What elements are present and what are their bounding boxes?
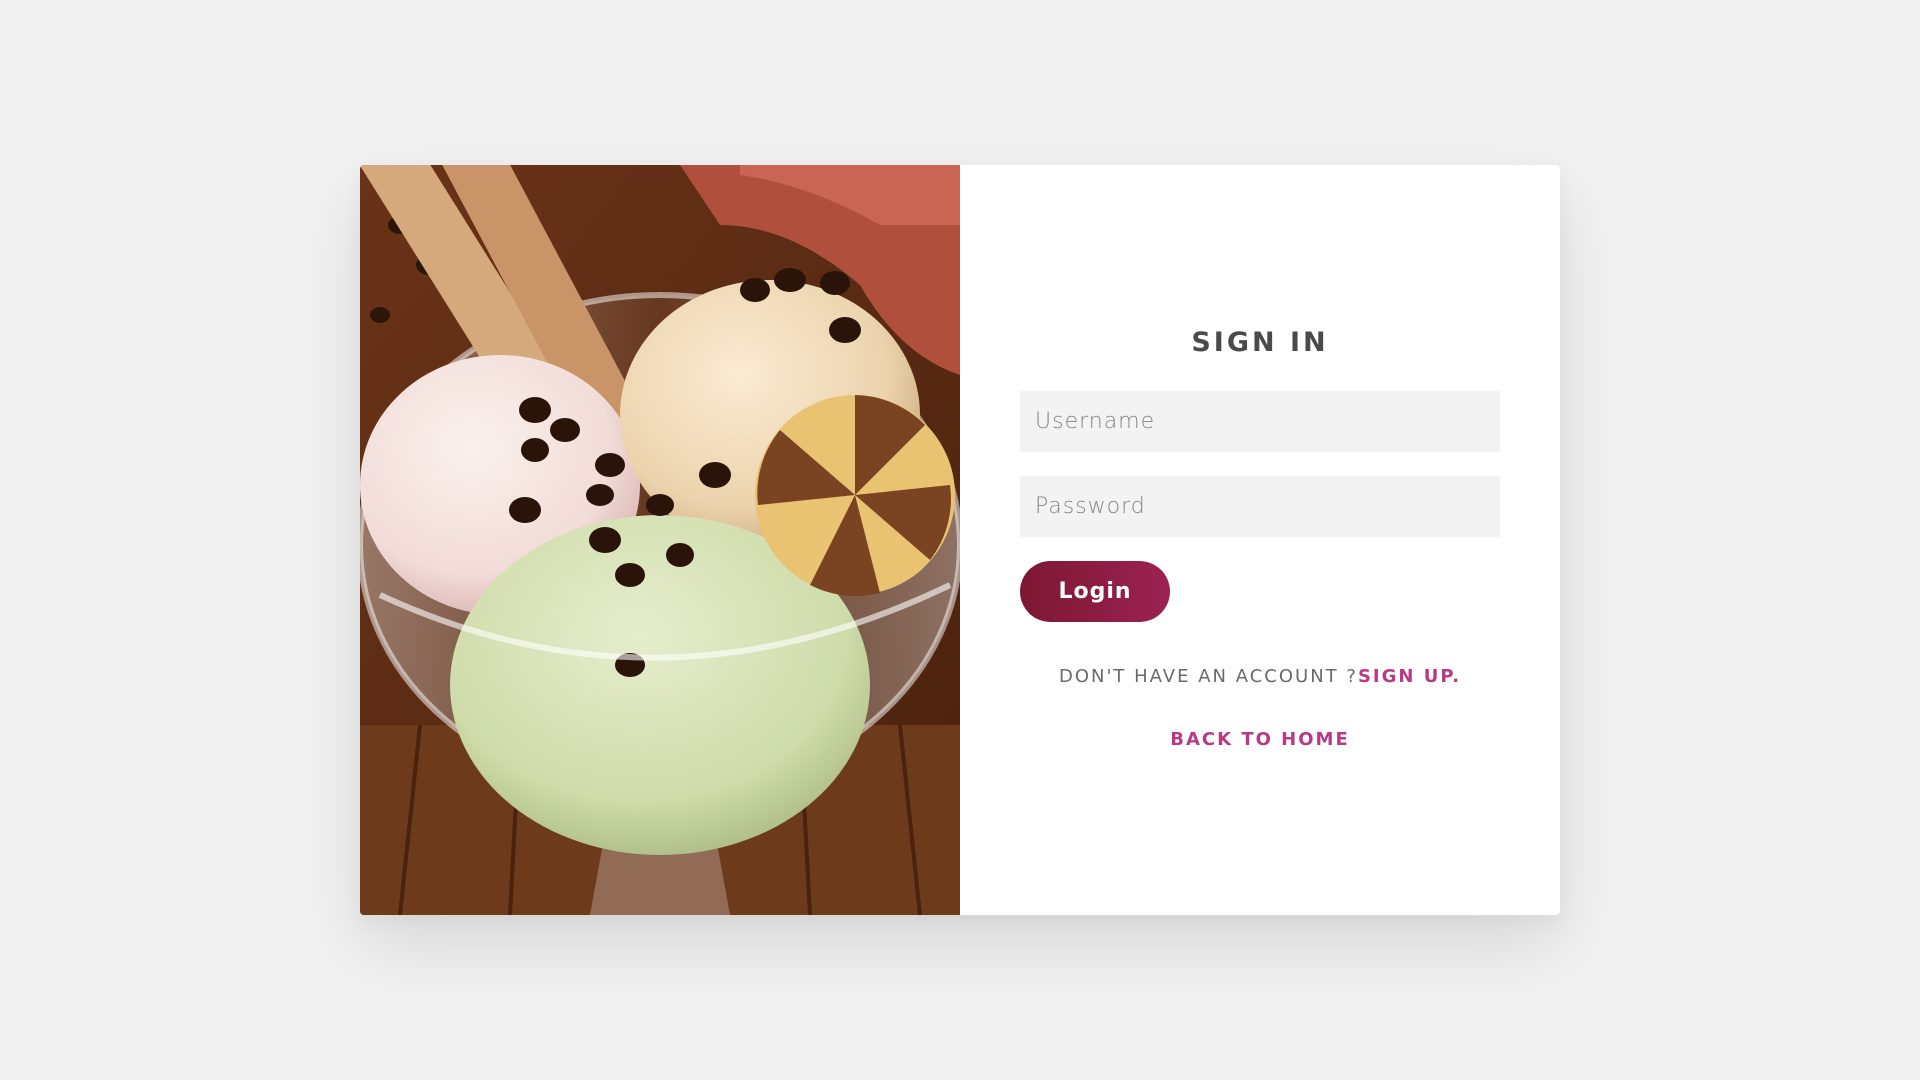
no-account-text: DON'T HAVE AN ACCOUNT ? bbox=[1058, 666, 1358, 687]
signin-title: SIGN IN bbox=[1191, 327, 1329, 358]
back-to-home-link[interactable]: BACK TO HOME bbox=[960, 729, 1560, 750]
password-input[interactable] bbox=[1020, 476, 1500, 537]
ice-cream-sundae-image bbox=[360, 165, 960, 915]
login-button[interactable]: Login bbox=[1020, 561, 1170, 622]
signup-prompt: DON'T HAVE AN ACCOUNT ?SIGN UP. bbox=[960, 666, 1560, 687]
username-input[interactable] bbox=[1020, 391, 1500, 452]
signup-link[interactable]: SIGN UP. bbox=[1358, 666, 1461, 687]
login-card: SIGN IN Login DON'T HAVE AN ACCOUNT ?SIG… bbox=[360, 165, 1560, 915]
signin-form-panel: SIGN IN Login DON'T HAVE AN ACCOUNT ?SIG… bbox=[960, 165, 1560, 915]
